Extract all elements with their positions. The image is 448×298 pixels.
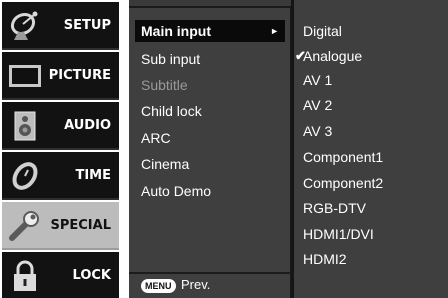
special-submenu: Main input ► Sub input Subtitle Child lo…	[129, 0, 291, 298]
menu-key-icon[interactable]: MENU	[141, 279, 176, 293]
option-label: AV 3	[303, 123, 333, 139]
option-label: HDMI2	[303, 251, 347, 267]
menu-item-audio[interactable]: AUDIO	[2, 102, 119, 150]
menu-label: AUDIO	[64, 118, 111, 133]
option-label: Analogue	[303, 48, 363, 64]
option-label: HDMI1/DVI	[303, 226, 374, 242]
submenu-item-arc[interactable]: ARC	[135, 127, 285, 149]
submenu-item-auto-demo[interactable]: Auto Demo	[135, 180, 285, 202]
submenu-item-sub-input[interactable]: Sub input	[135, 48, 285, 70]
option-label: RGB-DTV	[303, 200, 366, 216]
submenu-label: Main input	[141, 23, 211, 39]
arrow-right-icon: ►	[270, 26, 279, 36]
submenu-top-bar	[129, 0, 291, 8]
menu-item-picture[interactable]: PICTURE	[2, 52, 119, 100]
option-component1[interactable]: Component1	[303, 146, 383, 168]
satellite-dish-icon	[8, 10, 42, 42]
menu-item-special[interactable]: SPECIAL	[2, 202, 119, 250]
option-label: Digital	[303, 23, 342, 39]
submenu-label: Sub input	[141, 51, 201, 67]
menu-label: LOCK	[72, 268, 112, 283]
option-component2[interactable]: Component2	[303, 172, 383, 194]
wrench-icon	[8, 210, 42, 242]
submenu-footer: MENU Prev.	[129, 272, 291, 298]
option-rgb-dtv[interactable]: RGB-DTV	[303, 197, 366, 219]
option-hdmi1-dvi[interactable]: HDMI1/DVI	[303, 223, 374, 245]
option-av1[interactable]: AV 1	[303, 69, 332, 91]
option-hdmi2[interactable]: HDMI2	[303, 248, 347, 270]
prev-label: Prev.	[181, 277, 211, 292]
menu-label: TIME	[75, 168, 111, 183]
padlock-icon	[8, 260, 42, 292]
submenu-label: Auto Demo	[141, 183, 212, 199]
option-av2[interactable]: AV 2	[303, 94, 332, 116]
menu-item-setup[interactable]: SETUP	[2, 2, 119, 50]
option-label: Component1	[303, 149, 384, 165]
option-av3[interactable]: AV 3	[303, 120, 332, 142]
option-digital[interactable]: Digital	[303, 20, 342, 42]
tv-screen-icon	[8, 60, 42, 92]
option-label: AV 2	[303, 97, 333, 113]
main-menu: SETUP PICTURE AUDIO TIME SPECIAL LOCK	[0, 0, 119, 298]
option-label: Component2	[303, 175, 384, 191]
menu-item-lock[interactable]: LOCK	[2, 252, 119, 298]
submenu-label: Cinema	[141, 156, 190, 172]
clock-icon	[8, 160, 42, 192]
submenu-item-cinema[interactable]: Cinema	[135, 153, 285, 175]
submenu-label: Subtitle	[141, 77, 188, 93]
menu-label: SPECIAL	[50, 218, 112, 233]
submenu-label: ARC	[141, 130, 171, 146]
column-divider	[291, 0, 294, 298]
submenu-item-main-input[interactable]: Main input ►	[135, 20, 285, 42]
menu-item-time[interactable]: TIME	[2, 152, 119, 200]
main-input-options: Digital ✔ Analogue AV 1 AV 2 AV 3 Compon…	[291, 0, 448, 298]
submenu-label: Child lock	[141, 103, 202, 119]
option-analogue[interactable]: ✔ Analogue	[295, 45, 363, 67]
checkmark-icon: ✔	[295, 48, 306, 63]
option-label: AV 1	[303, 72, 333, 88]
submenu-item-child-lock[interactable]: Child lock	[135, 100, 285, 122]
menu-label: PICTURE	[48, 68, 111, 83]
column-gap	[119, 0, 129, 298]
submenu-item-subtitle: Subtitle	[135, 74, 285, 96]
menu-label: SETUP	[63, 18, 111, 33]
speaker-icon	[8, 110, 42, 142]
